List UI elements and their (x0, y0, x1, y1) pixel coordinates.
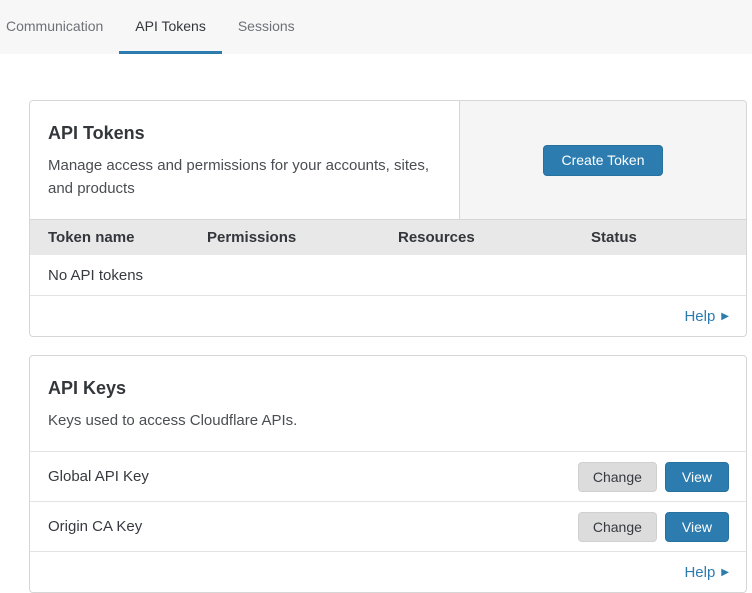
help-arrow-icon: ▶ (721, 311, 729, 322)
tab-bar: Communication API Tokens Sessions (0, 0, 752, 54)
tab-sessions[interactable]: Sessions (222, 0, 311, 54)
help-link-label: Help (684, 308, 715, 325)
create-token-button[interactable]: Create Token (543, 145, 662, 176)
token-table-empty-row: No API tokens (30, 255, 746, 296)
api-keys-card-footer: Help ▶ (30, 551, 746, 592)
api-keys-card: API Keys Keys used to access Cloudflare … (29, 355, 747, 593)
tab-api-tokens[interactable]: API Tokens (119, 0, 222, 54)
tab-communication[interactable]: Communication (6, 0, 119, 54)
origin-ca-key-row: Origin CA Key Change View (30, 501, 746, 551)
api-tokens-description: Manage access and permissions for your a… (48, 154, 435, 201)
help-link-label: Help (684, 564, 715, 581)
api-keys-description: Keys used to access Cloudflare APIs. (48, 409, 728, 432)
api-tokens-card: API Tokens Manage access and permissions… (29, 100, 747, 337)
token-table-header-token-name: Token name (30, 229, 207, 246)
global-api-key-view-button[interactable]: View (665, 462, 729, 492)
token-table-header-status: Status (591, 229, 746, 246)
main-content: API Tokens Manage access and permissions… (29, 100, 747, 593)
token-table-header-resources: Resources (398, 229, 591, 246)
api-tokens-help-link[interactable]: Help ▶ (684, 308, 729, 325)
token-table-header-row: Token name Permissions Resources Status (30, 219, 746, 255)
global-api-key-change-button[interactable]: Change (578, 462, 657, 492)
global-api-key-row: Global API Key Change View (30, 451, 746, 501)
api-tokens-card-header-text: API Tokens Manage access and permissions… (30, 101, 460, 219)
global-api-key-label: Global API Key (48, 468, 578, 485)
api-tokens-card-header-action: Create Token (460, 101, 746, 219)
help-arrow-icon: ▶ (721, 567, 729, 578)
origin-ca-key-label: Origin CA Key (48, 518, 578, 535)
origin-ca-key-view-button[interactable]: View (665, 512, 729, 542)
api-tokens-title: API Tokens (48, 123, 435, 144)
api-tokens-card-header: API Tokens Manage access and permissions… (30, 101, 746, 219)
token-table-header-permissions: Permissions (207, 229, 398, 246)
api-tokens-card-footer: Help ▶ (30, 296, 746, 336)
no-api-tokens-message: No API tokens (48, 267, 143, 284)
api-keys-title: API Keys (48, 378, 728, 399)
api-keys-card-header: API Keys Keys used to access Cloudflare … (30, 356, 746, 451)
origin-ca-key-change-button[interactable]: Change (578, 512, 657, 542)
api-keys-help-link[interactable]: Help ▶ (684, 564, 729, 581)
